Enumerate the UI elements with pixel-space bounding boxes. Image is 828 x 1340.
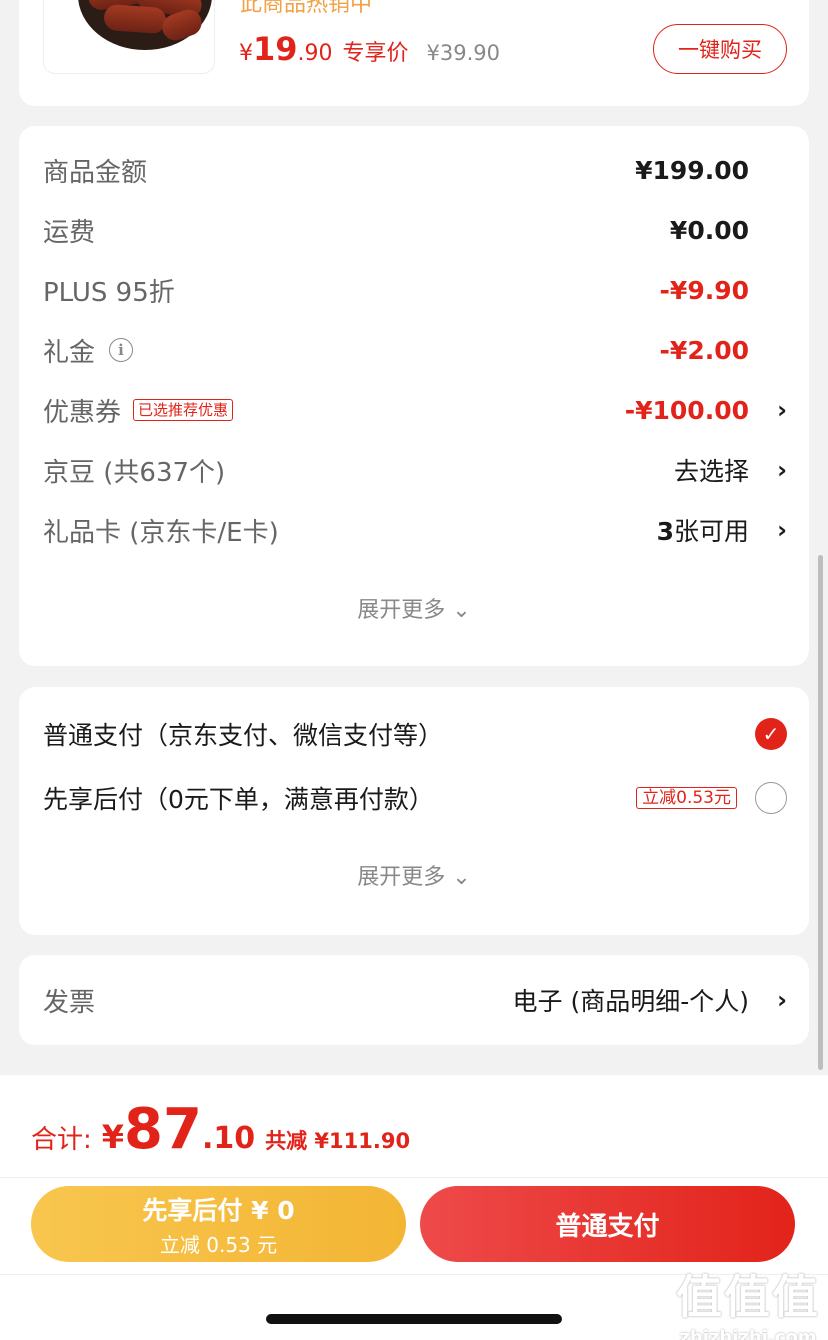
invoice-row[interactable]: 发票 电子 (商品明细-个人) › <box>43 980 787 1020</box>
divider <box>0 1177 828 1178</box>
one-click-buy-button[interactable]: 一键购买 <box>653 24 787 74</box>
checkmark-icon[interactable]: ✓ <box>755 718 787 750</box>
summary-label: 礼品卡 (京东卡/E卡) <box>43 517 279 548</box>
gift-card-count: 3 <box>656 517 674 546</box>
payment-method-card: 普通支付（京东支付、微信支付等） ✓ 先享后付（0元下单，满意再付款） 立减0.… <box>19 687 809 935</box>
chevron-right-icon: › <box>777 516 787 544</box>
payment-option-normal[interactable]: 普通支付（京东支付、微信支付等） ✓ <box>43 712 787 756</box>
invoice-card[interactable]: 发票 电子 (商品明细-个人) › <box>19 955 809 1045</box>
total-label: 合计: <box>31 1125 92 1155</box>
price-symbol: ¥ <box>239 41 253 66</box>
sausage-image <box>103 3 167 35</box>
normal-pay-button[interactable]: 普通支付 <box>420 1186 795 1262</box>
recommended-coupon-tag: 已选推荐优惠 <box>133 399 234 421</box>
total-decimal: .10 <box>201 1121 256 1156</box>
chevron-right-icon: › <box>777 986 787 1014</box>
summary-value: ¥0.00 <box>669 215 749 245</box>
exclusive-price-label: 专享价 <box>342 41 409 66</box>
invoice-label: 发票 <box>43 987 96 1018</box>
summary-row-gift-money: 礼金 i -¥2.00 <box>43 330 787 370</box>
original-price: ¥39.90 <box>426 41 501 65</box>
summary-value: -¥100.00 <box>624 395 749 425</box>
watermark-text: 值值值 <box>676 1270 820 1324</box>
order-summary-card: 商品金额 ¥199.00 运费 ¥0.00 PLUS 95折 -¥9.90 礼金… <box>19 126 809 666</box>
summary-row-plus-discount: PLUS 95折 -¥9.90 <box>43 270 787 310</box>
product-card: 此商品热销中 ¥ 19 .90 专享价 ¥39.90 一键购买 <box>19 0 809 106</box>
price-decimal: .90 <box>297 41 333 66</box>
summary-value: 张可用 <box>673 517 749 546</box>
summary-row-shipping: 运费 ¥0.00 <box>43 210 787 250</box>
product-price: ¥ 19 .90 专享价 ¥39.90 <box>239 30 500 68</box>
radio-unchecked-icon[interactable] <box>755 782 787 814</box>
summary-label: 优惠券 <box>43 397 122 428</box>
summary-label: 运费 <box>43 217 96 248</box>
chevron-right-icon: › <box>777 456 787 484</box>
summary-row-goods-amount: 商品金额 ¥199.00 <box>43 150 787 190</box>
info-icon[interactable]: i <box>109 338 134 362</box>
payment-option-label: 先享后付（0元下单，满意再付款） <box>43 785 434 814</box>
watermark-logo: 值值值 zhizhizhi.com <box>676 1261 820 1340</box>
discount-tag: 立减0.53元 <box>636 787 737 809</box>
summary-label: PLUS 95折 <box>43 277 175 308</box>
total-discount: 共减 ¥111.90 <box>265 1129 411 1153</box>
home-indicator[interactable] <box>266 1314 562 1324</box>
checkout-bar: 合计: ¥ 87 .10 共减 ¥111.90 先享后付 ¥ 0 立减 0.53… <box>0 1075 828 1340</box>
order-total: 合计: ¥ 87 .10 共减 ¥111.90 <box>31 1097 410 1162</box>
scrollbar[interactable] <box>818 555 823 1070</box>
summary-row-jd-beans[interactable]: 京豆 (共637个) 去选择 › <box>43 450 787 490</box>
summary-value: -¥2.00 <box>659 335 749 365</box>
invoice-value: 电子 (商品明细-个人) <box>512 987 749 1016</box>
watermark-url: zhizhizhi.com <box>679 1327 817 1340</box>
summary-row-gift-card[interactable]: 礼品卡 (京东卡/E卡) 3张可用 › <box>43 510 787 550</box>
price-integer: 19 <box>253 30 298 68</box>
pay-later-button[interactable]: 先享后付 ¥ 0 立减 0.53 元 <box>31 1186 406 1262</box>
pay-later-button-label: 先享后付 ¥ 0 <box>142 1195 295 1225</box>
expand-more-button[interactable]: 展开更多 ⌄ <box>19 859 809 891</box>
product-status-text: 此商品热销中 <box>240 0 373 17</box>
total-integer: 87 <box>124 1097 202 1162</box>
summary-value: 去选择 <box>673 457 749 486</box>
chevron-right-icon: › <box>777 396 787 424</box>
summary-value: ¥199.00 <box>635 155 749 185</box>
summary-label: 京豆 (共637个) <box>43 457 226 488</box>
summary-label: 礼金 <box>43 337 96 368</box>
payment-option-pay-later[interactable]: 先享后付（0元下单，满意再付款） 立减0.53元 <box>43 776 787 820</box>
product-thumbnail[interactable] <box>43 0 215 74</box>
total-symbol: ¥ <box>101 1118 125 1156</box>
expand-more-button[interactable]: 展开更多 ⌄ <box>19 592 809 624</box>
summary-label: 商品金额 <box>43 157 148 188</box>
pay-later-discount-label: 立减 0.53 元 <box>159 1232 278 1257</box>
payment-option-label: 普通支付（京东支付、微信支付等） <box>43 721 444 750</box>
summary-value: -¥9.90 <box>659 275 749 305</box>
summary-row-coupon[interactable]: 优惠券 已选推荐优惠 -¥100.00 › <box>43 390 787 430</box>
